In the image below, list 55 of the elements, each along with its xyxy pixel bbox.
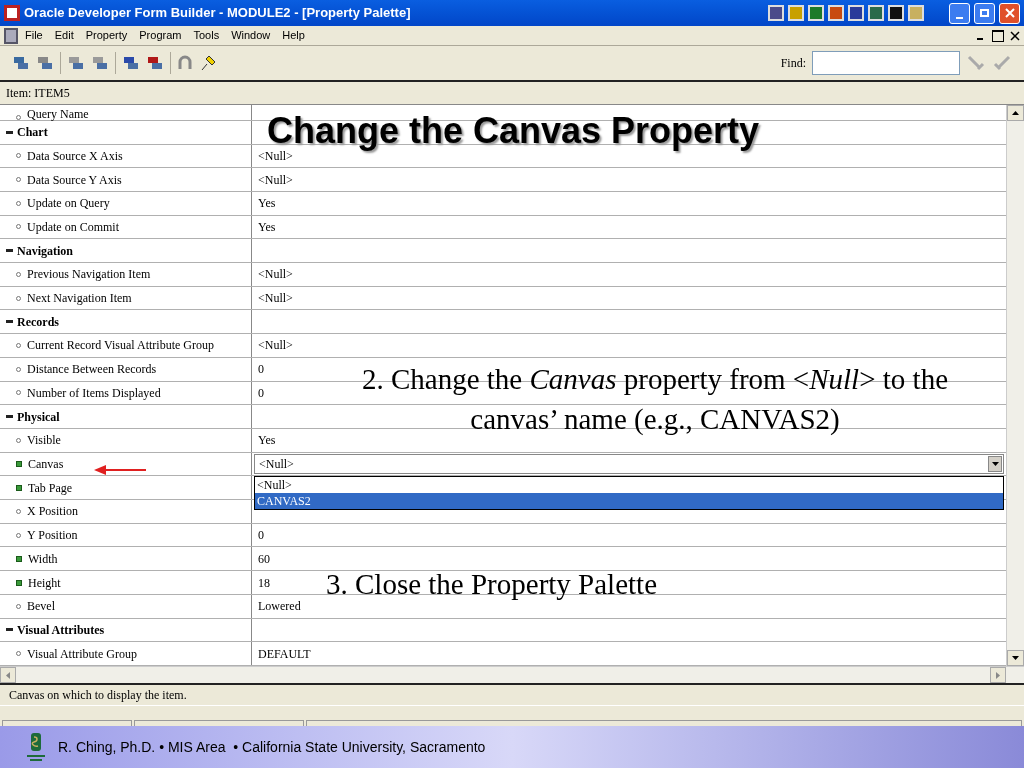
dropdown-option[interactable]: CANVAS2	[255, 493, 1003, 509]
property-value: 0	[257, 384, 264, 402]
property-name: Update on Commit	[27, 220, 119, 233]
menu-item[interactable]: Property	[80, 27, 133, 44]
property-name: Bevel	[27, 600, 55, 613]
group-label: Physical	[17, 408, 60, 426]
property-name: Update on Query	[27, 197, 110, 210]
property-name: Next Navigation Item	[27, 292, 132, 305]
hint-text: Canvas on which to display the item.	[9, 687, 187, 704]
property-name: Tab Page	[28, 481, 73, 494]
group-label: Chart	[17, 124, 48, 142]
property-value: 18	[257, 574, 270, 592]
menu-item[interactable]: Window	[226, 27, 276, 44]
group-label: Records	[17, 313, 59, 331]
property-value: Yes	[257, 432, 276, 450]
property-name: Y Position	[27, 529, 78, 542]
menu-item[interactable]: Tools	[188, 27, 225, 44]
property-value: 0	[257, 527, 264, 545]
property-name: Query Name	[27, 107, 89, 120]
group-label: Visual Attributes	[17, 621, 105, 639]
property-name: Visible	[27, 434, 61, 447]
menu-item[interactable]: File	[20, 27, 48, 44]
menu-item[interactable]: Edit	[49, 27, 79, 44]
property-value: <Null>	[257, 148, 293, 165]
group-label: Navigation	[17, 242, 73, 260]
property-value: 60	[257, 550, 270, 568]
property-name: Number of Items Displayed	[27, 386, 161, 399]
property-value: DEFAULT	[257, 645, 311, 663]
property-name: Height	[28, 576, 61, 589]
instruction-text: 3. Close the Property Palette	[326, 568, 658, 600]
menu-item[interactable]: Help	[277, 27, 310, 44]
property-value: <Null>	[257, 266, 293, 284]
property-name: Current Record Visual Attribute Group	[27, 339, 215, 352]
property-value: <Null>	[257, 290, 293, 308]
property-name: Width	[28, 552, 58, 565]
slide-title: Change the Canvas Property	[266, 113, 760, 149]
menu-item[interactable]: Program	[134, 27, 187, 44]
property-value: Yes	[257, 218, 276, 236]
window-title: Oracle Developer Form Builder - MODULE2 - [Property Palette]	[24, 4, 412, 23]
property-value: 0	[257, 361, 264, 379]
instruction-text: 2. Change the Canvas property from <Null> to the canvas’ name (e.g., CANVAS2)	[361, 363, 949, 435]
property-value: <Null>	[257, 337, 293, 355]
property-name: Data Source Y Axis	[27, 173, 122, 186]
property-name: Previous Navigation Item	[27, 268, 151, 281]
property-value: Lowered	[257, 598, 301, 616]
property-name: Visual Attribute Group	[27, 647, 137, 660]
property-value: <Null>	[257, 171, 293, 189]
footer-text: R. Ching, Ph.D. • MIS Area • California State University, Sacramento	[58, 737, 486, 757]
property-name: X Position	[27, 505, 78, 518]
item-label: Item: ITEM5	[6, 85, 70, 102]
property-name: Data Source X Axis	[27, 149, 123, 162]
property-value: Yes	[257, 195, 276, 213]
property-name: Canvas	[28, 458, 64, 470]
property-name: Distance Between Records	[27, 363, 157, 376]
find-label: Find:	[780, 55, 806, 72]
